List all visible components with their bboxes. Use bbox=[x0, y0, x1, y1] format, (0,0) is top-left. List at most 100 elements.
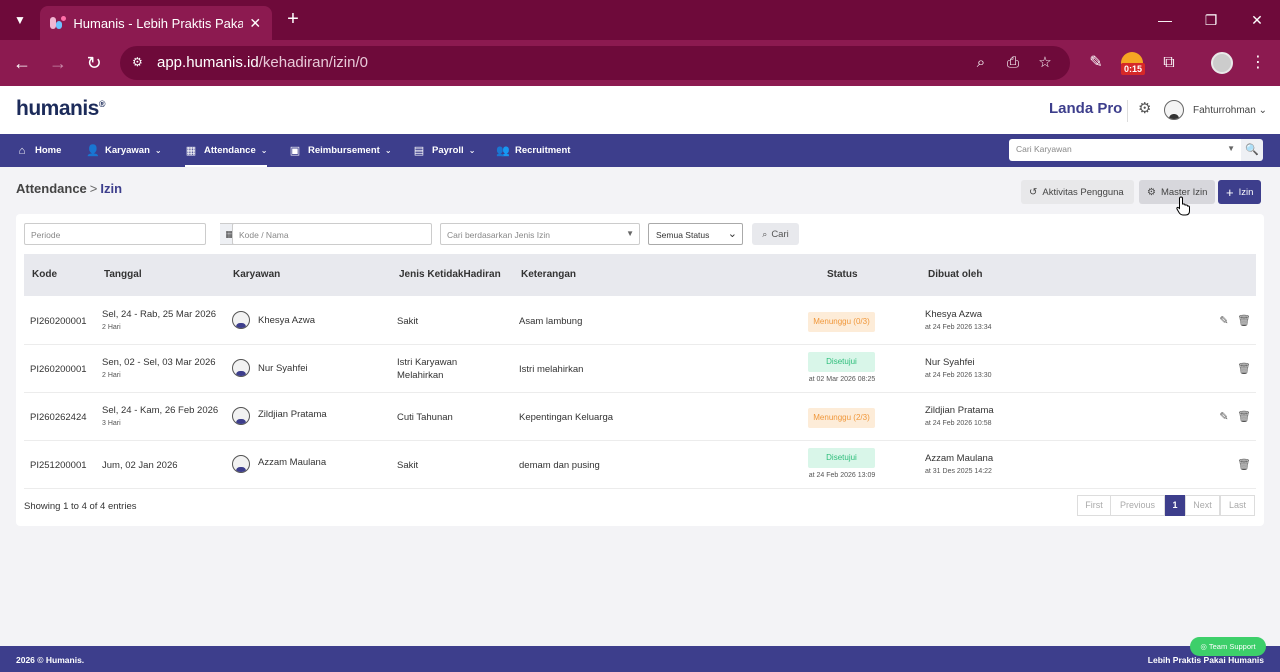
browser-menu-icon[interactable]: ⋮ bbox=[1247, 52, 1269, 74]
aktivitas-pengguna-button[interactable]: ↺ Aktivitas Pengguna bbox=[1021, 180, 1134, 204]
settings-gear-icon[interactable]: ⚙ bbox=[1138, 101, 1152, 116]
caret-down-icon: ▼ bbox=[626, 229, 634, 238]
footer-copyright: 2026 © Humanis. bbox=[16, 655, 85, 665]
row-dibuat-at: at 24 Feb 2026 13:30 bbox=[925, 372, 992, 379]
column-keterangan[interactable]: Keterangan bbox=[521, 269, 576, 280]
plus-icon: + bbox=[1226, 184, 1234, 200]
url-bar[interactable]: ⚙ app.humanis.id/kehadiran/izin/0 ⌕ ⎙ ☆ bbox=[120, 46, 1070, 80]
zoom-icon[interactable]: ⌕ bbox=[972, 54, 990, 72]
column-jenis[interactable]: Jenis KetidakHadiran bbox=[399, 269, 501, 280]
tab-close-icon[interactable]: ✕ bbox=[249, 15, 262, 32]
trash-icon[interactable]: 🗑 bbox=[1237, 459, 1251, 471]
status-select[interactable]: Semua Status ⌄ bbox=[648, 223, 743, 245]
user-avatar[interactable] bbox=[1164, 100, 1184, 120]
header-divider bbox=[1127, 100, 1128, 122]
column-karyawan[interactable]: Karyawan bbox=[233, 269, 280, 280]
user-menu[interactable]: Fahturrohman ⌄ bbox=[1193, 105, 1267, 116]
column-dibuat-oleh[interactable]: Dibuat oleh bbox=[928, 269, 982, 280]
breadcrumb-attendance[interactable]: Attendance bbox=[16, 181, 87, 196]
bookmark-star-icon[interactable]: ☆ bbox=[1036, 54, 1054, 72]
reload-icon[interactable]: ↻ bbox=[83, 52, 105, 74]
browser-tab-bar: ▼ Humanis - Lebih Praktis Pakai Humanis … bbox=[0, 0, 1280, 40]
browser-tab[interactable]: Humanis - Lebih Praktis Pakai Humanis ✕ bbox=[40, 6, 272, 40]
row-dibuat: Zildjian Pratama bbox=[925, 405, 994, 416]
row-durasi: 2 Hari bbox=[102, 372, 121, 379]
gear-icon: ⚙ bbox=[1147, 186, 1156, 198]
tab-search-icon[interactable]: ▼ bbox=[8, 8, 32, 32]
periode-input[interactable]: Periode bbox=[24, 223, 206, 245]
humanis-favicon-icon bbox=[50, 15, 66, 31]
app-footer: 2026 © Humanis. Lebih Praktis Pakai Huma… bbox=[0, 646, 1280, 672]
page-previous[interactable]: Previous bbox=[1110, 495, 1165, 516]
row-dibuat-at: at 31 Des 2025 14:22 bbox=[925, 468, 992, 475]
row-kode: PI260200001 bbox=[30, 316, 87, 327]
breadcrumb: Attendance > Izin bbox=[16, 181, 123, 196]
page-1[interactable]: 1 bbox=[1165, 495, 1185, 516]
minimize-icon[interactable]: — bbox=[1153, 8, 1177, 32]
forward-icon[interactable]: → bbox=[47, 52, 69, 74]
feather-extension-icon[interactable]: ✎ bbox=[1085, 52, 1107, 74]
calendar-icon: ▦ bbox=[185, 145, 197, 157]
money-icon: ▣ bbox=[289, 145, 301, 157]
trash-icon[interactable]: 🗑 bbox=[1237, 363, 1251, 375]
row-dibuat-at: at 24 Feb 2026 13:34 bbox=[925, 324, 992, 331]
timer-extension-icon[interactable]: 0:15 bbox=[1121, 52, 1145, 76]
main-menu: ⌂ Home 👤 Karyawan ⌄ ▦ Attendance ⌄ ▣ Reimburse… bbox=[0, 134, 1280, 167]
row-karyawan: Zildjian Pratama bbox=[258, 409, 327, 420]
menu-recruitment[interactable]: 👥 Recruitment bbox=[496, 134, 570, 167]
menu-karyawan[interactable]: 👤 Karyawan ⌄ bbox=[86, 134, 162, 167]
extensions-puzzle-icon[interactable]: ⧉ bbox=[1158, 52, 1180, 74]
column-tanggal[interactable]: Tanggal bbox=[104, 269, 142, 280]
column-kode[interactable]: Kode bbox=[32, 269, 57, 280]
browser-profile-avatar[interactable] bbox=[1211, 52, 1233, 74]
menu-reimbursement[interactable]: ▣ Reimbursement ⌄ bbox=[289, 134, 392, 167]
table-row: PI260200001 Sel, 24 - Rab, 25 Mar 2026 2… bbox=[24, 297, 1256, 345]
menu-attendance[interactable]: ▦ Attendance ⌄ bbox=[185, 134, 268, 167]
status-badge: Disetujui bbox=[808, 448, 875, 468]
team-support-button[interactable]: ◎ Team Support bbox=[1190, 637, 1266, 656]
back-icon[interactable]: ← bbox=[11, 52, 33, 74]
row-kode: PI251200001 bbox=[30, 460, 87, 471]
employee-search-select[interactable]: Cari Karyawan ▼ bbox=[1009, 139, 1241, 161]
users-icon: 👥 bbox=[496, 145, 510, 157]
install-app-icon[interactable]: ⎙ bbox=[1004, 54, 1022, 72]
page-next[interactable]: Next bbox=[1185, 495, 1220, 516]
row-kode: PI260262424 bbox=[30, 412, 87, 423]
menu-payroll[interactable]: ▤ Payroll ⌄ bbox=[413, 134, 476, 167]
employee-avatar bbox=[232, 311, 250, 329]
status-timestamp: at 02 Mar 2026 08:25 bbox=[808, 376, 876, 383]
trash-icon[interactable]: 🗑 bbox=[1237, 315, 1251, 327]
chevron-down-icon: ⌄ bbox=[727, 228, 737, 240]
column-status[interactable]: Status bbox=[827, 269, 858, 280]
window-close-icon[interactable]: ✕ bbox=[1245, 8, 1269, 32]
browser-address-bar: ← → ↻ ⚙ app.humanis.id/kehadiran/izin/0 … bbox=[0, 40, 1280, 86]
new-tab-icon[interactable]: + bbox=[282, 8, 304, 30]
row-jenis: Istri Karyawan bbox=[397, 357, 458, 368]
edit-icon[interactable]: ✎ bbox=[1218, 411, 1230, 423]
row-dibuat: Khesya Azwa bbox=[925, 309, 983, 320]
row-tanggal: Sen, 02 - Sel, 03 Mar 2026 bbox=[102, 357, 216, 368]
page-first[interactable]: First bbox=[1077, 495, 1111, 516]
kode-nama-input[interactable]: Kode / Nama bbox=[232, 223, 432, 245]
row-keterangan: demam dan pusing bbox=[519, 460, 600, 471]
menu-home[interactable]: ⌂ Home bbox=[16, 134, 62, 167]
row-karyawan: Azzam Maulana bbox=[258, 457, 327, 468]
page-last[interactable]: Last bbox=[1220, 495, 1255, 516]
caret-down-icon: ▼ bbox=[1227, 144, 1235, 153]
table-row: PI260200001 Sen, 02 - Sel, 03 Mar 2026 2… bbox=[24, 345, 1256, 393]
status-badge: Disetujui bbox=[808, 352, 875, 372]
employee-search-button[interactable]: 🔍 bbox=[1241, 139, 1263, 161]
add-izin-button[interactable]: + Izin bbox=[1218, 180, 1261, 204]
site-info-icon[interactable]: ⚙ bbox=[132, 55, 148, 71]
status-timestamp: at 24 Feb 2026 13:09 bbox=[808, 472, 876, 479]
jenis-izin-select[interactable]: Cari berdasarkan Jenis Izin ▼ bbox=[440, 223, 640, 245]
edit-icon[interactable]: ✎ bbox=[1218, 315, 1230, 327]
cari-button[interactable]: ⌕ Cari bbox=[752, 223, 799, 245]
breadcrumb-izin: Izin bbox=[100, 181, 123, 196]
user-check-icon: 👤 bbox=[86, 145, 100, 157]
restore-icon[interactable]: ❐ bbox=[1199, 8, 1223, 32]
row-dibuat: Nur Syahfei bbox=[925, 357, 975, 368]
row-keterangan: Istri melahirkan bbox=[519, 364, 584, 375]
humanis-logo[interactable]: humanis® bbox=[16, 97, 106, 121]
trash-icon[interactable]: 🗑 bbox=[1237, 411, 1251, 423]
